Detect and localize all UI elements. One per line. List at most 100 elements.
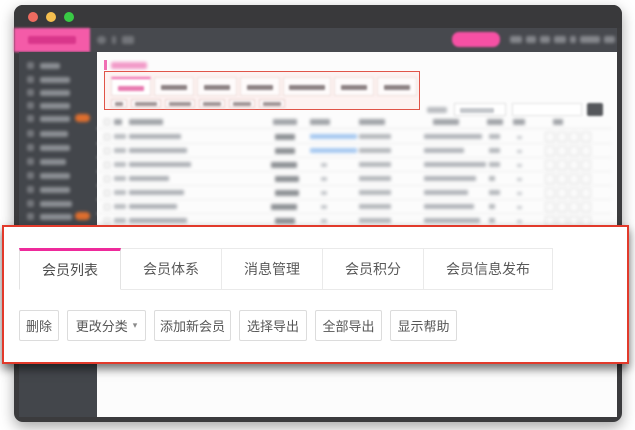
search-input[interactable] — [512, 103, 582, 116]
show-help-button[interactable]: 显示帮助 — [390, 310, 457, 341]
delete-button[interactable]: 删除 — [19, 310, 59, 341]
sidebar-item[interactable] — [19, 170, 97, 181]
filter-select[interactable] — [454, 103, 506, 116]
page-title — [111, 62, 147, 69]
tab-member-points[interactable]: 会员积分 — [322, 248, 424, 290]
row-action-icon[interactable] — [545, 146, 555, 156]
row-checkbox[interactable] — [104, 204, 110, 210]
table-row[interactable] — [97, 130, 612, 144]
sidebar-item[interactable] — [19, 128, 97, 139]
member-toolbar: 删除 更改分类▾ 添加新会员 选择导出 全部导出 显示帮助 — [19, 310, 457, 341]
blurred-button[interactable] — [199, 99, 225, 108]
row-action-icon[interactable] — [545, 174, 555, 184]
row-action-icon[interactable] — [569, 188, 579, 198]
refresh-icon[interactable] — [122, 36, 134, 44]
sidebar-item[interactable] — [19, 156, 97, 167]
row-action-icon[interactable] — [557, 146, 567, 156]
blurred-tab[interactable] — [334, 77, 374, 96]
blurred-tab[interactable] — [154, 77, 194, 96]
row-action-icon[interactable] — [569, 174, 579, 184]
row-action-icon[interactable] — [569, 202, 579, 212]
table-row[interactable] — [97, 186, 612, 200]
email-link[interactable] — [310, 148, 357, 153]
row-action-icon[interactable] — [581, 188, 591, 198]
app-logo-text — [28, 36, 76, 44]
sidebar-item[interactable] — [19, 142, 97, 153]
table-row[interactable] — [97, 200, 612, 214]
blurred-tab[interactable] — [197, 77, 237, 96]
row-action-icon[interactable] — [545, 132, 555, 142]
row-checkbox[interactable] — [104, 134, 110, 140]
row-checkbox[interactable] — [104, 148, 110, 154]
row-action-icon[interactable] — [545, 188, 555, 198]
blurred-button[interactable] — [111, 99, 127, 108]
table-header — [97, 116, 612, 129]
row-checkbox[interactable] — [104, 218, 110, 224]
table-row[interactable] — [97, 172, 612, 186]
tab-label: 会员积分 — [345, 259, 401, 279]
row-action-icon[interactable] — [569, 132, 579, 142]
row-action-icon[interactable] — [581, 160, 591, 170]
row-action-icon[interactable] — [569, 146, 579, 156]
row-action-icon[interactable] — [581, 132, 591, 142]
minimize-window-button[interactable] — [46, 12, 56, 22]
header-menu-item[interactable] — [510, 36, 522, 43]
row-checkbox[interactable] — [104, 190, 110, 196]
row-action-icon[interactable] — [545, 160, 555, 170]
select-all-checkbox[interactable] — [104, 119, 110, 125]
row-checkbox[interactable] — [104, 162, 110, 168]
blurred-button[interactable] — [131, 99, 161, 108]
divider-icon — [112, 36, 116, 44]
row-action-icon[interactable] — [545, 202, 555, 212]
sidebar-item[interactable] — [19, 74, 97, 85]
row-action-icon[interactable] — [557, 188, 567, 198]
row-action-icon[interactable] — [557, 174, 567, 184]
search-button[interactable] — [587, 103, 603, 116]
blurred-button[interactable] — [259, 99, 285, 108]
tab-member-list[interactable]: 会员列表 — [19, 248, 121, 290]
header-menu-item[interactable] — [540, 36, 550, 43]
app-logo[interactable] — [14, 28, 90, 52]
row-action-icon[interactable] — [581, 146, 591, 156]
page-title-bar — [104, 60, 107, 70]
sidebar-item[interactable] — [19, 184, 97, 195]
blurred-tab[interactable] — [377, 77, 417, 96]
maximize-window-button[interactable] — [64, 12, 74, 22]
menu-toggle-icon[interactable] — [97, 36, 106, 44]
sidebar-item[interactable] — [19, 87, 97, 98]
blurred-tab[interactable] — [240, 77, 280, 96]
row-action-icon[interactable] — [557, 160, 567, 170]
header-menu-item[interactable] — [580, 36, 600, 43]
sidebar-item-active[interactable] — [19, 113, 97, 124]
row-action-icon[interactable] — [557, 132, 567, 142]
row-action-icon[interactable] — [569, 160, 579, 170]
sidebar-item[interactable] — [19, 211, 97, 222]
row-action-icon[interactable] — [581, 202, 591, 212]
header-action-button[interactable] — [452, 32, 500, 47]
header-menu-item[interactable] — [554, 36, 566, 43]
header-menu-item[interactable] — [570, 36, 576, 43]
row-checkbox[interactable] — [104, 176, 110, 182]
table-row[interactable] — [97, 158, 612, 172]
row-action-icon[interactable] — [581, 174, 591, 184]
export-all-button[interactable]: 全部导出 — [315, 310, 382, 341]
close-window-button[interactable] — [28, 12, 38, 22]
add-member-button[interactable]: 添加新会员 — [154, 310, 231, 341]
tab-member-info-publish[interactable]: 会员信息发布 — [423, 248, 553, 290]
tab-member-system[interactable]: 会员体系 — [120, 248, 222, 290]
change-category-button[interactable]: 更改分类▾ — [67, 310, 146, 341]
sidebar-item[interactable] — [19, 100, 97, 111]
blurred-tab[interactable] — [283, 77, 331, 96]
header-menu-item[interactable] — [604, 36, 615, 43]
blurred-button[interactable] — [165, 99, 195, 108]
email-link[interactable] — [310, 134, 357, 139]
row-action-icon[interactable] — [557, 202, 567, 212]
blurred-tab[interactable] — [111, 77, 151, 96]
sidebar-item[interactable] — [19, 198, 97, 209]
table-row[interactable] — [97, 144, 612, 158]
blurred-button[interactable] — [229, 99, 255, 108]
sidebar-item[interactable] — [19, 60, 97, 71]
tab-message-management[interactable]: 消息管理 — [221, 248, 323, 290]
header-menu-item[interactable] — [526, 36, 536, 43]
export-selected-button[interactable]: 选择导出 — [239, 310, 307, 341]
